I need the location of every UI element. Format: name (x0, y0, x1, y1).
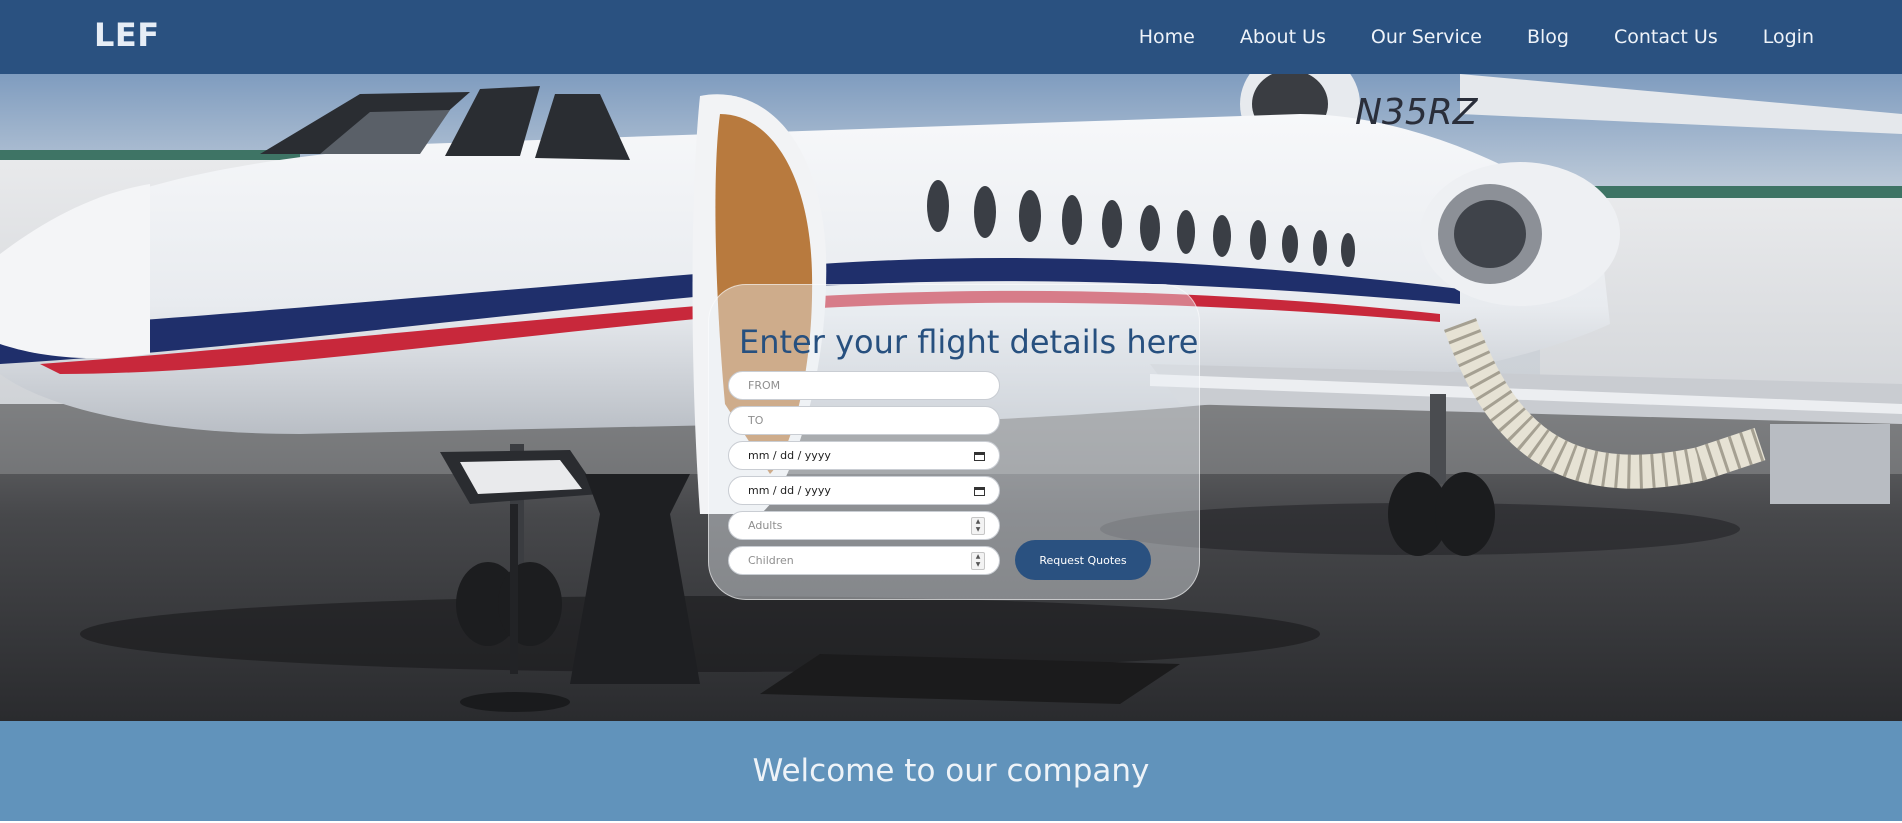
stepper-down-icon[interactable]: ▼ (972, 526, 984, 534)
stepper-up-icon[interactable]: ▲ (972, 553, 984, 561)
nav-contact-us[interactable]: Contact Us (1614, 26, 1718, 48)
request-quotes-button[interactable]: Request Quotes (1015, 540, 1151, 580)
main-nav: Home About Us Our Service Blog Contact U… (1139, 0, 1814, 74)
children-stepper[interactable]: ▲ ▼ (971, 551, 985, 570)
return-date-value: mm / dd / yyyy (748, 484, 831, 497)
return-date-input[interactable]: mm / dd / yyyy (728, 476, 1000, 505)
adults-stepper[interactable]: ▲ ▼ (971, 516, 985, 535)
from-input[interactable]: FROM (728, 371, 1000, 400)
depart-date-value: mm / dd / yyyy (748, 449, 831, 462)
adults-placeholder: Adults (748, 519, 783, 532)
calendar-icon[interactable] (974, 486, 985, 496)
welcome-band: Welcome to our company (0, 721, 1902, 821)
stepper-down-icon[interactable]: ▼ (972, 561, 984, 569)
to-placeholder: TO (748, 414, 764, 427)
children-input[interactable]: Children ▲ ▼ (728, 546, 1000, 575)
nav-our-service[interactable]: Our Service (1371, 26, 1482, 48)
tail-number-text: N35RZ (1355, 92, 1479, 133)
nav-home[interactable]: Home (1139, 26, 1195, 48)
from-placeholder: FROM (748, 379, 781, 392)
nav-login[interactable]: Login (1763, 26, 1814, 48)
site-logo[interactable]: LEF (94, 16, 160, 54)
to-input[interactable]: TO (728, 406, 1000, 435)
adults-input[interactable]: Adults ▲ ▼ (728, 511, 1000, 540)
hero-section: N35RZ Enter your flight details here FRO… (0, 74, 1902, 721)
depart-date-input[interactable]: mm / dd / yyyy (728, 441, 1000, 470)
stepper-up-icon[interactable]: ▲ (972, 518, 984, 526)
calendar-icon[interactable] (974, 451, 985, 461)
welcome-heading: Welcome to our company (752, 753, 1150, 789)
flight-details-form: Enter your flight details here FROM TO m… (708, 284, 1200, 600)
nav-blog[interactable]: Blog (1527, 26, 1569, 48)
children-placeholder: Children (748, 554, 794, 567)
form-title: Enter your flight details here (739, 323, 1199, 361)
top-navbar: LEF Home About Us Our Service Blog Conta… (0, 0, 1902, 74)
nav-about-us[interactable]: About Us (1240, 26, 1326, 48)
